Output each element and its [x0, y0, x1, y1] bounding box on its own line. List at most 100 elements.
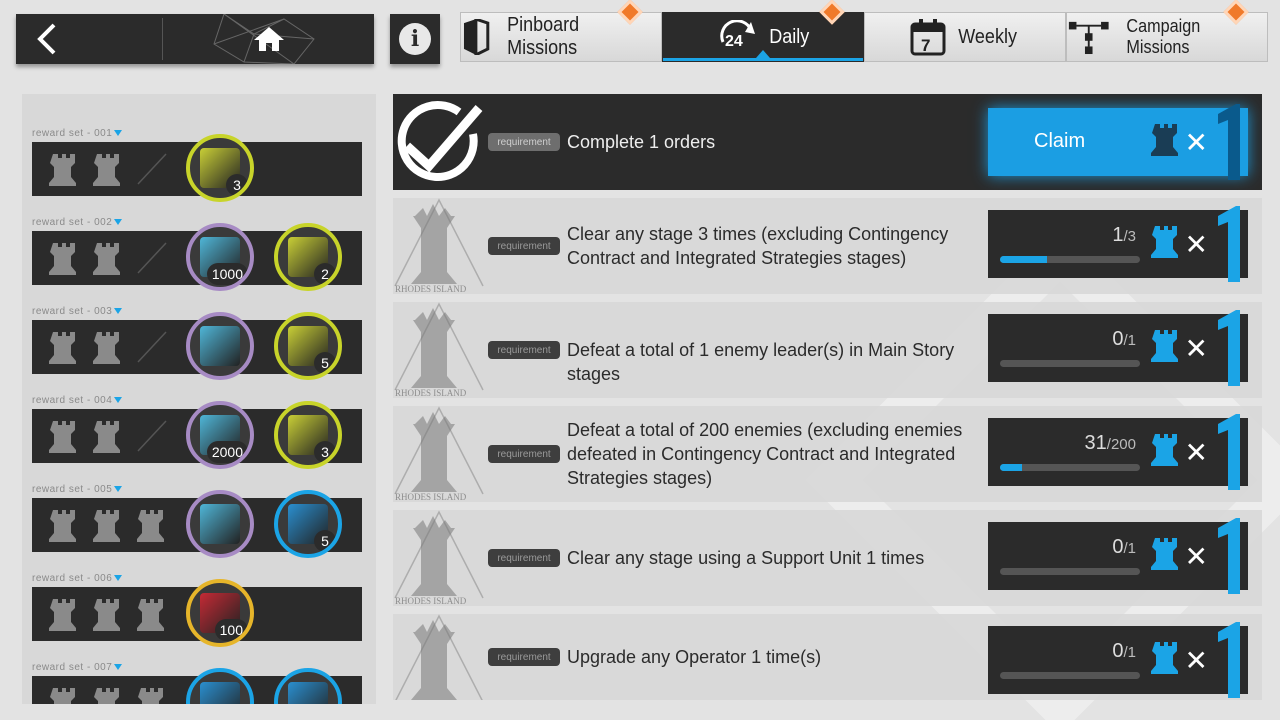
- back-button[interactable]: [16, 14, 162, 64]
- mission-row[interactable]: RHODES ISLAND requirement Defeat a total …: [393, 302, 1262, 398]
- claim-button[interactable]: Claim ✕: [988, 104, 1248, 180]
- svg-text:RHODES ISLAND: RHODES ISLAND: [395, 388, 467, 398]
- dropdown-triangle-icon: [114, 575, 123, 581]
- progress-box: 31/200 ✕: [988, 414, 1248, 490]
- rook-token-icon: [48, 686, 80, 704]
- tab-pinboard-missions[interactable]: Pinboard Missions: [460, 0, 662, 62]
- dropdown-triangle-icon: [114, 308, 123, 314]
- reward-item[interactable]: 2: [274, 223, 342, 291]
- reward-bar: 100: [32, 579, 362, 647]
- multiply-icon: ✕: [1184, 229, 1208, 260]
- mission-row[interactable]: RHODES ISLAND requirement Clear any stage…: [393, 510, 1262, 606]
- rhodes-island-emblem-icon: RHODES ISLAND: [393, 614, 485, 700]
- progress-fill: [1000, 464, 1022, 471]
- rhodes-island-emblem-icon: RHODES ISLAND: [393, 510, 485, 606]
- reward-set[interactable]: reward set - 005 5: [32, 484, 362, 558]
- reward-bar: 5: [32, 490, 362, 558]
- empty-slot-icon: [136, 241, 168, 275]
- reward-item-icon: [200, 326, 240, 366]
- mission-description: Complete 1 orders: [567, 132, 716, 152]
- reward-item[interactable]: [186, 490, 254, 558]
- multiply-icon: ✕: [1184, 333, 1208, 364]
- reward-count-digit: [1208, 310, 1244, 386]
- reward-item-count: 1000: [206, 263, 248, 285]
- reward-item-icon: [200, 682, 240, 704]
- rook-token-icon: [92, 597, 124, 631]
- progress-count: 0/1: [1112, 640, 1136, 663]
- reward-item[interactable]: 100: [186, 579, 254, 647]
- reward-set[interactable]: reward set - 003 5: [32, 306, 362, 380]
- reward-item[interactable]: 1000: [186, 223, 254, 291]
- rook-token-icon: [92, 241, 124, 275]
- mission-row[interactable]: RHODES ISLAND requirement Upgrade any Ope…: [393, 614, 1262, 700]
- mission-row[interactable]: requirement Complete 1 orders Claim ✕: [393, 94, 1262, 190]
- reward-set[interactable]: reward set - 002 1000 2: [32, 217, 362, 291]
- dropdown-triangle-icon: [114, 664, 123, 670]
- reward-set[interactable]: reward set - 007: [32, 662, 362, 704]
- progress-total: /1: [1123, 332, 1136, 349]
- progress-bar: [1000, 672, 1140, 679]
- progress-bar: [1000, 360, 1140, 367]
- empty-slot-icon: [136, 330, 168, 364]
- progress-current: 0: [1112, 328, 1124, 350]
- reward-count-digit: [1208, 518, 1244, 594]
- multiply-icon: ✕: [1184, 541, 1208, 572]
- info-icon: i: [399, 23, 431, 55]
- reward-sets-panel[interactable]: reward set - 001 3 reward set - 002 1000 2 re…: [22, 94, 376, 704]
- reward-set-label-text: reward set - 003: [32, 306, 113, 317]
- empty-slot-icon: [136, 152, 168, 186]
- reward-item[interactable]: 3: [274, 401, 342, 469]
- reward-count-digit: [1208, 414, 1244, 490]
- progress-count: 31/200: [1085, 432, 1136, 455]
- requirement-tag: requirement: [488, 341, 560, 359]
- info-button[interactable]: i: [390, 14, 440, 64]
- reward-set[interactable]: reward set - 006 100: [32, 573, 362, 647]
- rook-token-icon: [92, 419, 124, 453]
- reward-bar: 1000 2: [32, 223, 362, 291]
- reward-item[interactable]: 5: [274, 490, 342, 558]
- progress-current: 1: [1112, 224, 1124, 246]
- tab-daily[interactable]: 24 Daily: [662, 0, 864, 62]
- mission-row[interactable]: RHODES ISLAND requirement Defeat a total …: [393, 406, 1262, 502]
- rook-token-icon: [48, 330, 80, 364]
- reward-item-count: 2: [314, 263, 336, 285]
- mission-row[interactable]: RHODES ISLAND requirement Clear any stage…: [393, 198, 1262, 294]
- rhodes-island-emblem-icon: RHODES ISLAND: [393, 302, 485, 398]
- progress-box: 1/3 ✕: [988, 206, 1248, 282]
- tab-weekly[interactable]: 7 Weekly: [864, 12, 1066, 62]
- claim-label: Claim: [1034, 130, 1086, 152]
- svg-text:RHODES ISLAND: RHODES ISLAND: [395, 596, 467, 606]
- reward-set[interactable]: reward set - 001 3: [32, 128, 362, 202]
- reward-bar: 2000 3: [32, 401, 362, 469]
- mission-description: Defeat a total of 200 enemies (excluding…: [567, 420, 963, 488]
- rook-token-icon: [92, 330, 124, 364]
- progress-bar: [1000, 256, 1140, 263]
- rook-token-icon: [48, 508, 80, 542]
- reward-item-count: 3: [226, 174, 248, 196]
- requirement-tag: requirement: [488, 648, 560, 666]
- tab-campaign-missions[interactable]: Campaign Missions: [1066, 0, 1268, 62]
- progress-box: 0/1 ✕: [988, 310, 1248, 386]
- notification-diamond: [819, 0, 845, 25]
- home-button[interactable]: [164, 14, 374, 64]
- rook-token-icon: [1150, 536, 1186, 576]
- progress-total: /1: [1123, 644, 1136, 661]
- progress-current: 0: [1112, 640, 1124, 662]
- reward-item[interactable]: [186, 312, 254, 380]
- mission-description: Upgrade any Operator 1 time(s): [567, 647, 822, 667]
- svg-text:RHODES ISLAND: RHODES ISLAND: [395, 284, 467, 294]
- reward-set[interactable]: reward set - 004 2000 3: [32, 395, 362, 469]
- rook-token-icon: [136, 508, 168, 542]
- reward-item[interactable]: 5: [274, 312, 342, 380]
- progress-current: 0: [1112, 536, 1124, 558]
- rook-token-icon: [1150, 640, 1186, 680]
- reward-item[interactable]: 2000: [186, 401, 254, 469]
- progress-fill: [1000, 256, 1047, 263]
- svg-text:24: 24: [725, 33, 743, 50]
- rhodes-island-emblem-icon: RHODES ISLAND: [393, 406, 485, 502]
- reward-item[interactable]: 3: [186, 134, 254, 202]
- reward-set-label-text: reward set - 004: [32, 395, 113, 406]
- rook-token-icon: [92, 508, 124, 542]
- reward-item-icon: [200, 504, 240, 544]
- reward-set-label: reward set - 006: [32, 573, 362, 587]
